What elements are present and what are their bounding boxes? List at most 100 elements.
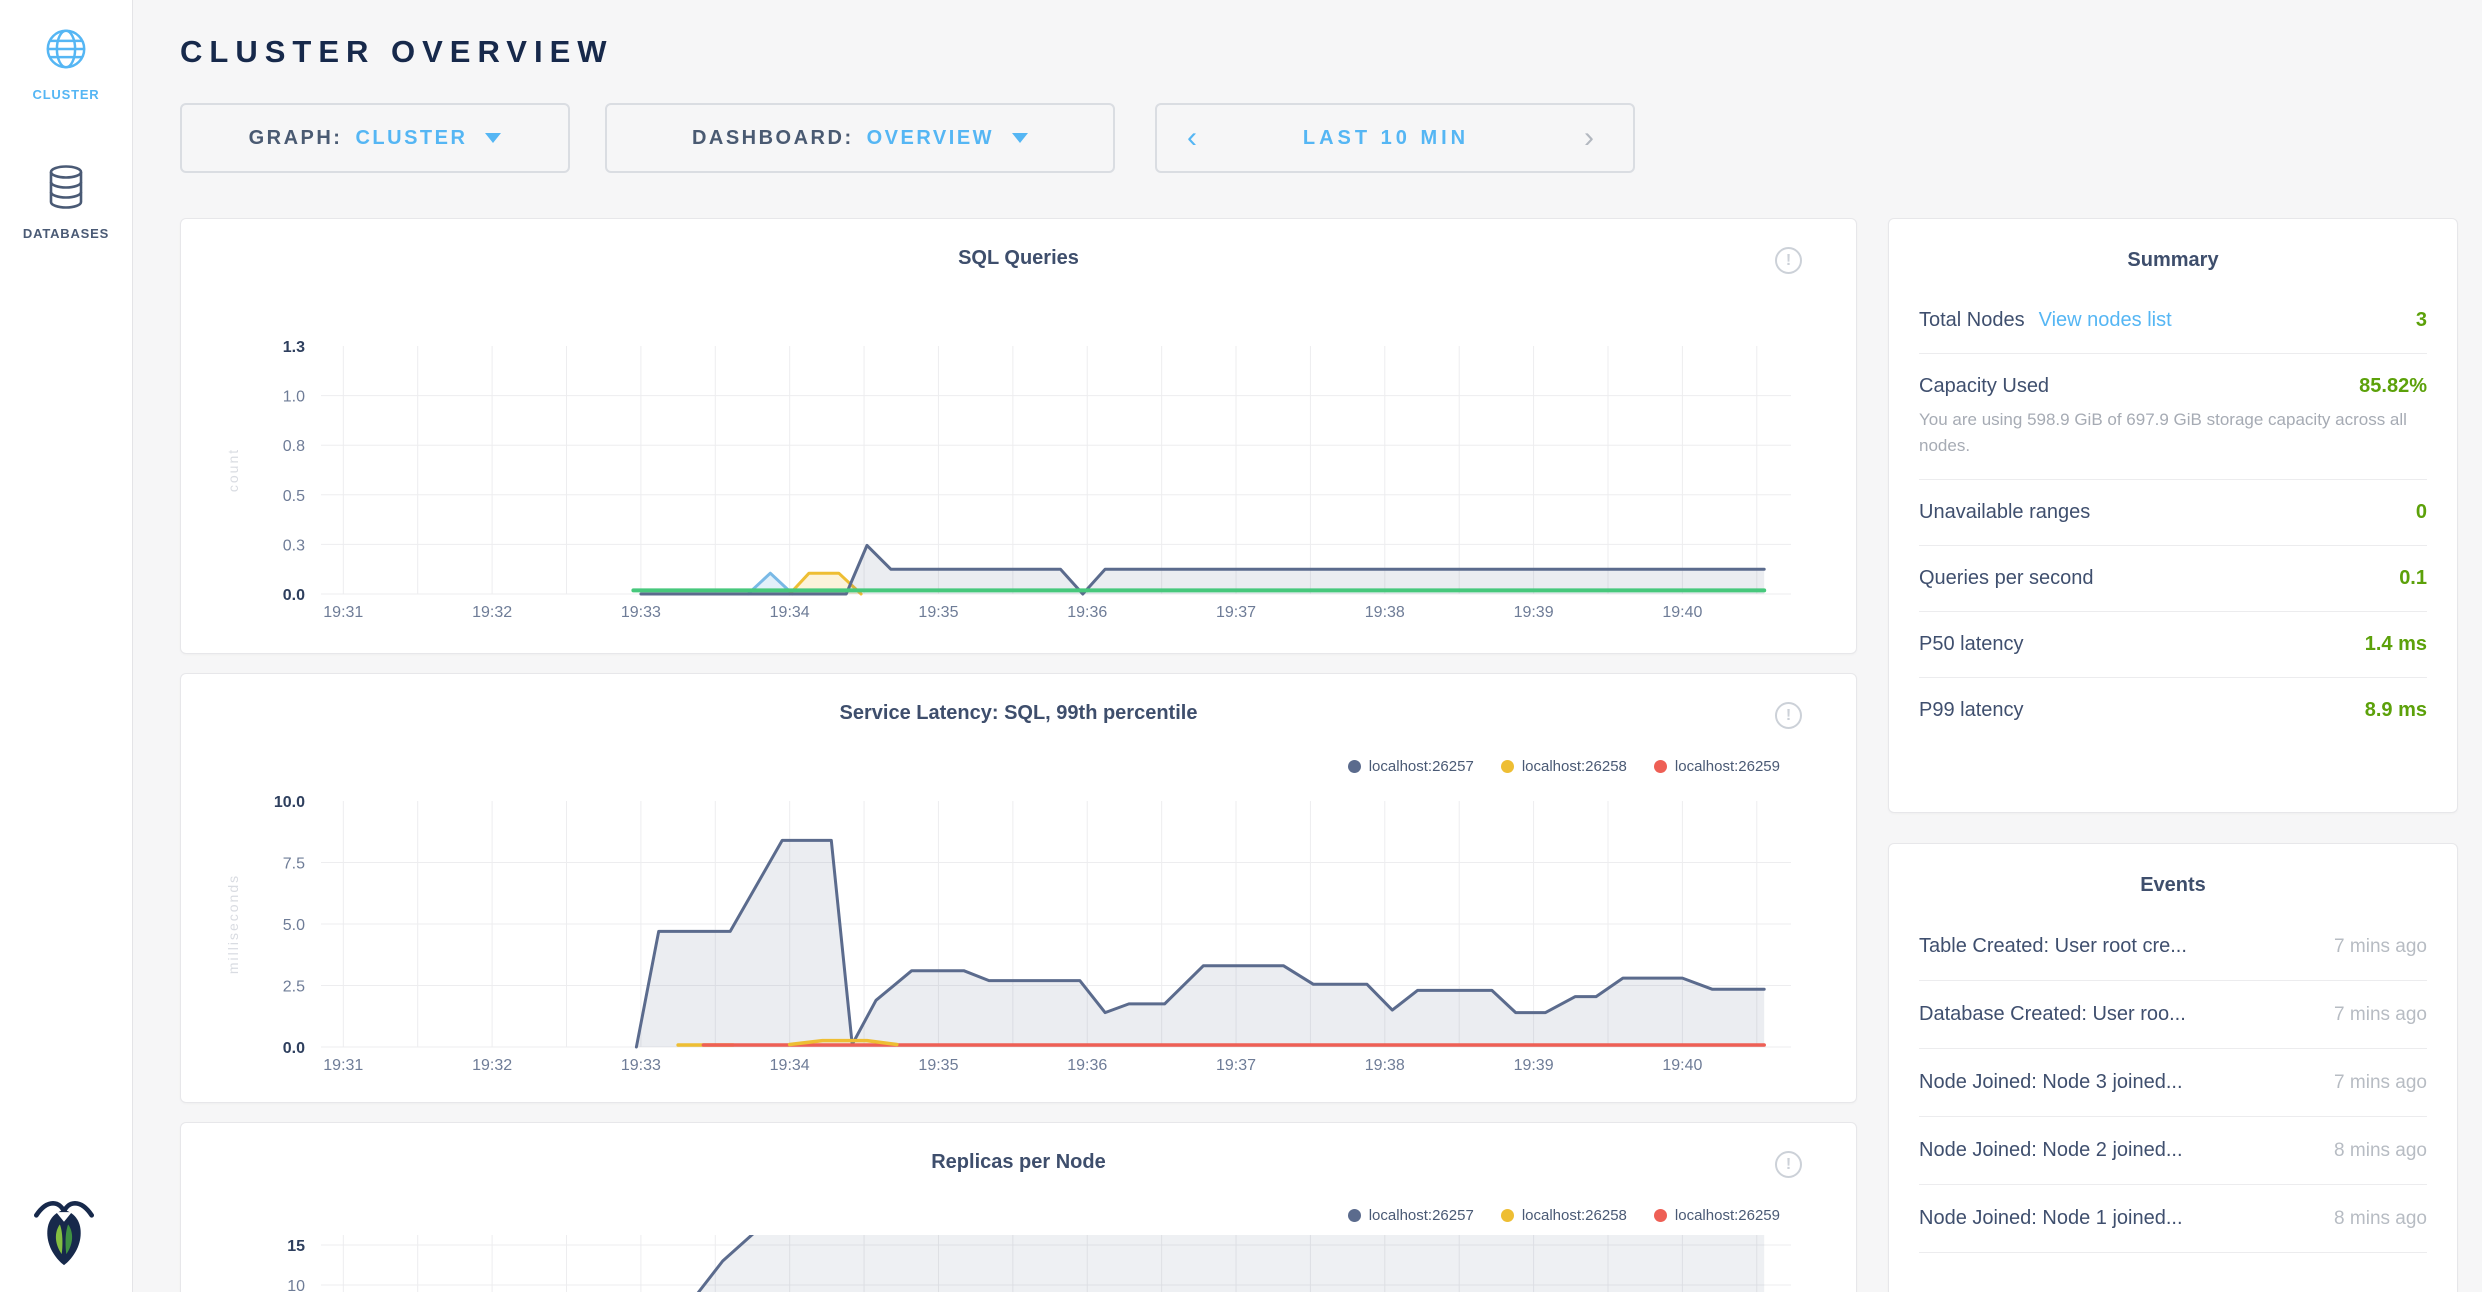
event-timestamp: 8 mins ago <box>2334 1140 2427 1162</box>
legend-dot-icon <box>1348 760 1361 773</box>
chevron-left-icon: ‹ <box>1187 121 1197 154</box>
y-axis-tick: 1.0 <box>283 389 305 406</box>
chart-plot-area[interactable]: 0.02.55.07.510.019:3119:3219:3319:3419:3… <box>181 674 1856 1103</box>
legend-item[interactable]: localhost:26258 <box>1501 1207 1627 1224</box>
event-timestamp: 7 mins ago <box>2334 1072 2427 1094</box>
globe-icon <box>43 59 89 76</box>
legend-dot-icon <box>1654 1209 1667 1222</box>
x-axis-tick: 19:34 <box>770 1057 810 1074</box>
x-axis-tick: 19:36 <box>1067 604 1107 621</box>
database-icon <box>44 198 88 215</box>
y-axis-unit-label: count <box>225 448 241 492</box>
x-axis-tick: 19:31 <box>323 1057 363 1074</box>
legend-item[interactable]: localhost:26259 <box>1654 1207 1780 1224</box>
summary-row-value: 85.82% <box>2359 375 2427 398</box>
charts-column: SQL Queries!0.00.30.50.81.01.319:3119:32… <box>180 218 1857 1292</box>
y-axis-tick: 10 <box>287 1278 305 1292</box>
summary-row-label: P99 latency <box>1919 699 2024 722</box>
graph-dropdown[interactable]: GRAPH: CLUSTER <box>180 103 570 173</box>
sidebar-item-cluster[interactable]: CLUSTER <box>0 26 132 102</box>
summary-row: Queries per second0.1 <box>1919 545 2427 611</box>
page-title: CLUSTER OVERVIEW <box>180 34 2458 70</box>
y-axis-tick: 0.5 <box>283 488 305 505</box>
sidebar-item-label: DATABASES <box>0 226 132 241</box>
legend-item[interactable]: localhost:26259 <box>1654 758 1780 775</box>
legend-item[interactable]: localhost:26257 <box>1348 758 1474 775</box>
summary-title: Summary <box>1919 219 2427 288</box>
dashboard-dropdown-value: OVERVIEW <box>867 127 994 150</box>
event-row: Database Created: User roo...7 mins ago <box>1919 981 2427 1049</box>
x-axis-tick: 19:33 <box>621 1057 661 1074</box>
legend-dot-icon <box>1501 760 1514 773</box>
time-forward-button[interactable]: › <box>1545 105 1633 171</box>
summary-row-value: 8.9 ms <box>2365 699 2427 722</box>
sidebar: CLUSTER DATABASES <box>0 0 133 1292</box>
legend-label: localhost:26257 <box>1369 758 1474 775</box>
chart-sql-queries: SQL Queries!0.00.30.50.81.01.319:3119:32… <box>180 218 1857 654</box>
graph-dropdown-value: CLUSTER <box>355 127 467 150</box>
chart-legend: localhost:26257 localhost:26258 localhost:… <box>1348 1207 1780 1224</box>
legend-dot-icon <box>1654 760 1667 773</box>
legend-label: localhost:26259 <box>1675 1207 1780 1224</box>
y-axis-tick: 0.3 <box>283 537 305 554</box>
y-axis-tick: 10.0 <box>274 794 305 811</box>
x-axis-tick: 19:40 <box>1662 604 1702 621</box>
time-back-button[interactable]: ‹ <box>1157 105 1227 171</box>
x-axis-tick: 19:35 <box>918 1057 958 1074</box>
summary-row-value: 0 <box>2416 501 2427 524</box>
time-range-label[interactable]: LAST 10 MIN <box>1227 105 1545 171</box>
side-column: Summary Total Nodes View nodes list 3 Capac… <box>1888 218 2458 1292</box>
y-axis-unit-label: milliseconds <box>225 874 241 974</box>
view-nodes-list-link[interactable]: View nodes list <box>2039 309 2172 332</box>
x-axis-tick: 19:34 <box>770 604 810 621</box>
sidebar-item-databases[interactable]: DATABASES <box>0 164 132 241</box>
summary-row-value: 0.1 <box>2399 567 2427 590</box>
event-timestamp: 7 mins ago <box>2334 936 2427 958</box>
sidebar-item-label: CLUSTER <box>0 87 132 102</box>
y-axis-tick: 5.0 <box>283 917 305 934</box>
main-content: CLUSTER OVERVIEW GRAPH: CLUSTER DASHBOAR… <box>133 0 2482 1292</box>
event-timestamp: 8 mins ago <box>2334 1208 2427 1230</box>
summary-row-value: 1.4 ms <box>2365 633 2427 656</box>
legend-label: localhost:26258 <box>1522 1207 1627 1224</box>
x-axis-tick: 19:33 <box>621 604 661 621</box>
y-axis-tick: 0.0 <box>283 587 305 604</box>
legend-label: localhost:26258 <box>1522 758 1627 775</box>
summary-row: Unavailable ranges0 <box>1919 479 2427 545</box>
summary-row-value: 3 <box>2416 309 2427 332</box>
time-range-selector: ‹ LAST 10 MIN › <box>1155 103 1635 173</box>
summary-row-label: P50 latency <box>1919 633 2024 656</box>
summary-row-label: Total Nodes <box>1919 309 2025 332</box>
legend-item[interactable]: localhost:26257 <box>1348 1207 1474 1224</box>
legend-item[interactable]: localhost:26258 <box>1501 758 1627 775</box>
event-text: Node Joined: Node 2 joined... <box>1919 1139 2183 1162</box>
summary-row: Capacity Used85.82%You are using 598.9 G… <box>1919 353 2427 479</box>
summary-row: P50 latency 1.4 ms <box>1919 611 2427 677</box>
legend-dot-icon <box>1348 1209 1361 1222</box>
event-row: Node Joined: Node 3 joined... 7 mins ago <box>1919 1049 2427 1117</box>
x-axis-tick: 19:40 <box>1662 1057 1702 1074</box>
event-row: Node Joined: Node 1 joined...8 mins ago <box>1919 1185 2427 1253</box>
y-axis-tick: 7.5 <box>283 856 305 873</box>
controls-bar: GRAPH: CLUSTER DASHBOARD: OVERVIEW ‹ LAS… <box>180 103 2458 173</box>
cockroachdb-logo <box>34 1195 94 1272</box>
x-axis-tick: 19:39 <box>1514 1057 1554 1074</box>
summary-row-subtext: You are using 598.9 GiB of 697.9 GiB sto… <box>1919 407 2427 458</box>
event-text: Node Joined: Node 3 joined... <box>1919 1071 2183 1094</box>
chart-plot-area[interactable]: 0.00.30.50.81.01.319:3119:3219:3319:3419… <box>181 219 1856 654</box>
summary-row: P99 latency 8.9 ms <box>1919 677 2427 743</box>
event-text: Database Created: User roo... <box>1919 1003 2186 1026</box>
legend-label: localhost:26259 <box>1675 758 1780 775</box>
dashboard-dropdown[interactable]: DASHBOARD: OVERVIEW <box>605 103 1115 173</box>
legend-label: localhost:26257 <box>1369 1207 1474 1224</box>
x-axis-tick: 19:32 <box>472 604 512 621</box>
y-axis-tick: 15 <box>287 1238 305 1255</box>
series-area-navy <box>636 840 1764 1047</box>
event-row: Node Joined: Node 2 joined... 8 mins ago <box>1919 1117 2427 1185</box>
graph-dropdown-label: GRAPH: <box>249 127 343 150</box>
chart-service-latency: Service Latency: SQL, 99th percentile!0.… <box>180 673 1857 1103</box>
summary-row: Total Nodes View nodes list 3 <box>1919 288 2427 353</box>
chevron-right-icon: › <box>1584 121 1594 154</box>
chart-legend: localhost:26257 localhost:26258 localhost:… <box>1348 758 1780 775</box>
x-axis-tick: 19:37 <box>1216 604 1256 621</box>
